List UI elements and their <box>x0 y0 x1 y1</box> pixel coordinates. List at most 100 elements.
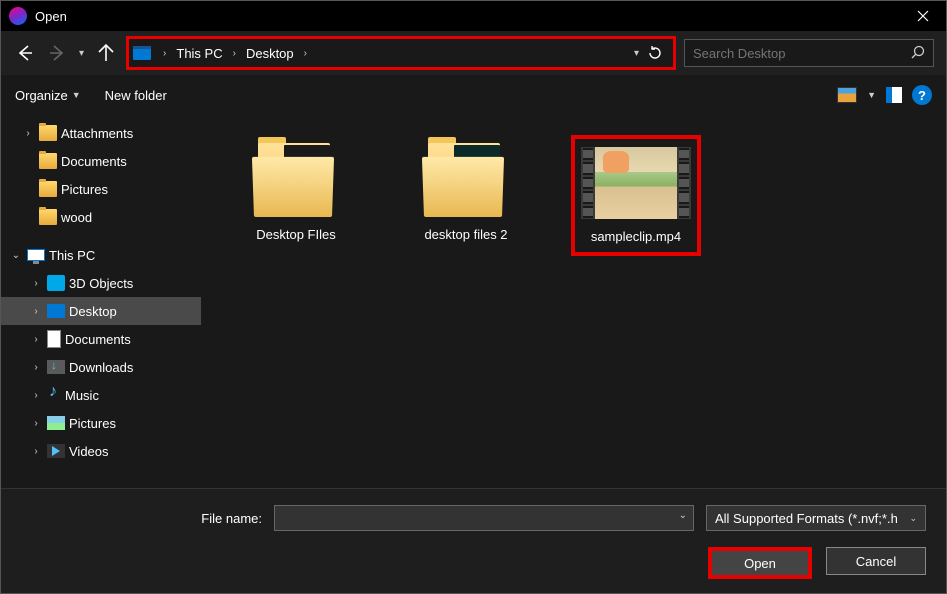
sidebar-item-documents[interactable]: Documents <box>1 147 201 175</box>
filename-input[interactable]: ⌄ <box>274 505 694 531</box>
downloads-icon <box>47 360 65 374</box>
chevron-right-icon[interactable]: › <box>29 278 43 289</box>
arrow-left-icon <box>16 44 34 62</box>
breadcrumb: › This PC › Desktop › <box>159 46 634 61</box>
search-input[interactable] <box>693 46 911 61</box>
breadcrumb-part[interactable]: Desktop <box>246 46 294 61</box>
titlebar: Open <box>1 1 946 31</box>
sidebar-item-label: wood <box>61 210 92 225</box>
sidebar: › Attachments Documents Pictures wood <box>1 115 201 488</box>
help-button[interactable]: ? <box>912 85 932 105</box>
refresh-icon <box>647 45 663 61</box>
sidebar-item-label: Videos <box>69 444 109 459</box>
location-monitor-icon <box>133 46 151 60</box>
cancel-button-label: Cancel <box>856 554 896 569</box>
chevron-right-icon[interactable]: › <box>229 48 240 59</box>
filename-label: File name: <box>201 511 262 526</box>
forward-button[interactable] <box>45 41 69 65</box>
chevron-right-icon[interactable]: › <box>29 446 43 457</box>
button-row: Open Cancel <box>21 547 926 579</box>
folder-icon <box>39 209 57 225</box>
desktop-icon <box>47 304 65 318</box>
file-item-label: desktop files 2 <box>424 227 507 242</box>
recent-dropdown[interactable]: ▾ <box>77 48 86 59</box>
sidebar-item-label: Attachments <box>61 126 133 141</box>
cancel-button[interactable]: Cancel <box>826 547 926 575</box>
sidebar-item-label: Pictures <box>69 416 116 431</box>
preview-pane-button[interactable] <box>886 87 902 103</box>
organize-menu[interactable]: Organize ▼ <box>15 88 81 103</box>
file-item-video[interactable]: sampleclip.mp4 <box>571 135 701 256</box>
folder-icon <box>254 141 338 217</box>
chevron-down-icon[interactable]: ⌄ <box>679 510 687 521</box>
chevron-right-icon[interactable]: › <box>29 334 43 345</box>
folder-icon <box>39 181 57 197</box>
sidebar-item-label: Music <box>65 388 99 403</box>
back-button[interactable] <box>13 41 37 65</box>
sidebar-item-desktop[interactable]: › Desktop <box>1 297 201 325</box>
sidebar-item-videos[interactable]: › Videos <box>1 437 201 465</box>
filetype-label: All Supported Formats (*.nvf;*.h <box>715 511 898 526</box>
file-item-folder[interactable]: Desktop FIles <box>231 135 361 248</box>
app-icon <box>6 4 29 27</box>
footer: File name: ⌄ All Supported Formats (*.nv… <box>1 488 946 593</box>
chevron-right-icon[interactable]: › <box>29 418 43 429</box>
chevron-right-icon[interactable]: › <box>300 48 311 59</box>
documents-icon <box>47 330 61 348</box>
this-pc-icon <box>27 249 45 261</box>
close-icon <box>917 10 929 22</box>
sidebar-item-pictures[interactable]: Pictures <box>1 175 201 203</box>
refresh-button[interactable] <box>643 41 667 65</box>
new-folder-label: New folder <box>105 88 167 103</box>
sidebar-item-label: Documents <box>61 154 127 169</box>
filename-row: File name: ⌄ All Supported Formats (*.nv… <box>21 505 926 531</box>
search-icon[interactable] <box>911 45 925 62</box>
up-button[interactable] <box>94 41 118 65</box>
sidebar-item-wood[interactable]: wood <box>1 203 201 231</box>
3d-objects-icon <box>47 275 65 291</box>
address-bar[interactable]: › This PC › Desktop › ▾ <box>126 36 676 70</box>
chevron-down-icon[interactable]: ⌄ <box>9 250 23 261</box>
chevron-down-icon: ⌄ <box>909 513 917 524</box>
address-dropdown[interactable]: ▾ <box>634 48 639 59</box>
sidebar-item-documents2[interactable]: › Documents <box>1 325 201 353</box>
toolbar-right: ▼ ? <box>837 85 932 105</box>
chevron-right-icon[interactable]: › <box>21 128 35 139</box>
close-button[interactable] <box>900 1 946 31</box>
videos-icon <box>47 444 65 458</box>
file-grid: Desktop FIles desktop files 2 sampleclip… <box>201 115 946 488</box>
new-folder-button[interactable]: New folder <box>105 88 167 103</box>
breadcrumb-part[interactable]: This PC <box>176 46 222 61</box>
organize-label: Organize <box>15 88 68 103</box>
video-thumbnail-icon <box>581 147 691 219</box>
chevron-down-icon: ▼ <box>72 90 81 100</box>
sidebar-item-label: Desktop <box>69 304 117 319</box>
pictures-icon <box>47 416 65 430</box>
chevron-right-icon[interactable]: › <box>29 390 43 401</box>
sidebar-item-pictures2[interactable]: › Pictures <box>1 409 201 437</box>
file-item-label: Desktop FIles <box>256 227 335 242</box>
music-icon <box>47 387 61 403</box>
view-mode-button[interactable] <box>837 87 857 103</box>
sidebar-item-attachments[interactable]: › Attachments <box>1 119 201 147</box>
dialog-body: › Attachments Documents Pictures wood <box>1 115 946 488</box>
file-item-folder[interactable]: desktop files 2 <box>401 135 531 248</box>
open-button-label: Open <box>744 556 776 571</box>
file-item-label: sampleclip.mp4 <box>591 229 681 244</box>
open-button[interactable]: Open <box>708 547 812 579</box>
chevron-down-icon[interactable]: ▼ <box>867 90 876 100</box>
sidebar-item-downloads[interactable]: › Downloads <box>1 353 201 381</box>
folder-icon <box>39 153 57 169</box>
sidebar-item-label: Documents <box>65 332 131 347</box>
dialog-title: Open <box>35 9 900 24</box>
chevron-right-icon[interactable]: › <box>29 362 43 373</box>
folder-icon <box>39 125 57 141</box>
nav-bar: ▾ › This PC › Desktop › ▾ <box>1 31 946 75</box>
sidebar-item-thispc[interactable]: ⌄ This PC <box>1 241 201 269</box>
filetype-select[interactable]: All Supported Formats (*.nvf;*.h ⌄ <box>706 505 926 531</box>
chevron-right-icon[interactable]: › <box>159 48 170 59</box>
sidebar-item-music[interactable]: › Music <box>1 381 201 409</box>
sidebar-item-3dobjects[interactable]: › 3D Objects <box>1 269 201 297</box>
chevron-right-icon[interactable]: › <box>29 306 43 317</box>
search-box[interactable] <box>684 39 934 67</box>
